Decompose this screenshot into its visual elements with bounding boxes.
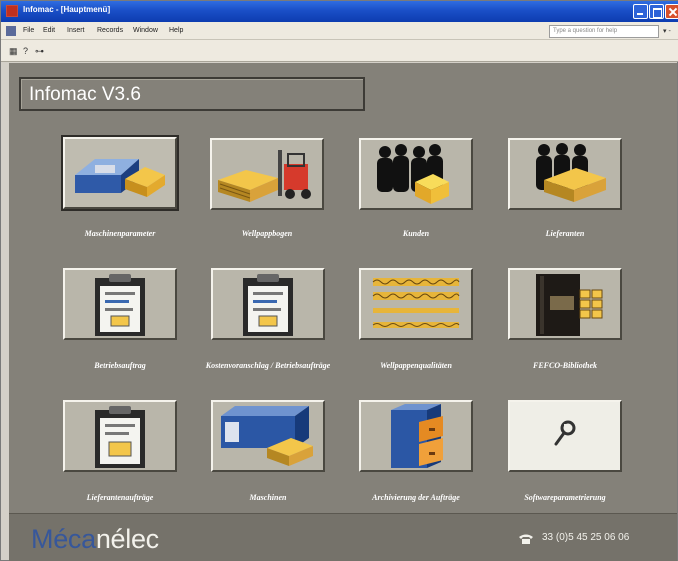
- tile-label-kunden: Kunden: [402, 229, 430, 238]
- menu-help[interactable]: Help: [169, 27, 183, 34]
- tile-label-maschinen: Maschinen: [249, 493, 287, 502]
- application-window: Infomac - [Hauptmenü] File Edit Insert R…: [0, 0, 678, 561]
- corrugated-icon: [372, 278, 460, 328]
- tile-label-wellpappbogen: Wellpappbogen: [241, 229, 293, 238]
- machine-icon: [221, 406, 313, 466]
- forklift-icon: [218, 150, 311, 202]
- menu-records[interactable]: Records: [97, 27, 123, 34]
- tile-label-fefco-bibliothek: FEFCO-Bibliothek: [532, 361, 597, 370]
- menu-edit[interactable]: Edit: [43, 27, 55, 34]
- cabinet-icon: [391, 404, 443, 468]
- footer-band: Mécanélec 33 (0)5 45 25 06 06: [9, 513, 677, 561]
- design-icon[interactable]: ▦: [9, 46, 18, 57]
- tile-softwareparametrierung[interactable]: [508, 400, 622, 472]
- tile-fefco-bibliothek[interactable]: [508, 268, 622, 340]
- tile-maschinen[interactable]: [211, 400, 325, 472]
- tile-lieferantenauftraege[interactable]: [63, 400, 177, 472]
- tile-label-softwareparametrierung: Softwareparametrierung: [524, 493, 606, 502]
- window-title: Infomac - [Hauptmenü]: [23, 5, 111, 14]
- close-button[interactable]: [665, 4, 678, 19]
- key-icon[interactable]: ⊶: [35, 46, 44, 57]
- tile-label-lieferantenauftraege: Lieferantenaufträge: [86, 493, 154, 502]
- tile-label-maschinenparameter: Maschinenparameter: [84, 229, 156, 238]
- tile-archivierung[interactable]: [359, 400, 473, 472]
- clipboard-icon: [95, 274, 145, 336]
- machine-icon: [75, 159, 165, 197]
- tile-label-betriebsauftrag: Betriebsauftrag: [94, 361, 146, 370]
- title-bar[interactable]: Infomac - [Hauptmenü]: [1, 1, 678, 22]
- menu-bar: File Edit Insert Records Window Help Typ…: [1, 22, 678, 40]
- tile-maschinenparameter[interactable]: [63, 137, 177, 209]
- app-icon[interactable]: [6, 5, 18, 17]
- logo-part1: Méca: [31, 524, 96, 554]
- tile-lieferanten[interactable]: [508, 138, 622, 210]
- main-menu-panel: Infomac V3.6 Maschinenparameter Wellpapp…: [9, 63, 677, 513]
- maximize-button[interactable]: [649, 4, 664, 19]
- document-icon[interactable]: [6, 26, 16, 36]
- help-search-input[interactable]: Type a question for help: [549, 25, 659, 38]
- tile-wellpappbogen[interactable]: [210, 138, 324, 210]
- tile-kunden[interactable]: [359, 138, 473, 210]
- menu-dropdown-icon[interactable]: ▾ -: [663, 27, 671, 35]
- logo-part2: nélec: [95, 524, 159, 554]
- phone-icon: [519, 534, 533, 544]
- tile-label-lieferanten: Lieferanten: [545, 229, 585, 238]
- tile-kostenvoranschlag[interactable]: [211, 268, 325, 340]
- wrench-icon: [554, 420, 576, 446]
- menu-insert[interactable]: Insert: [67, 27, 85, 34]
- clipboard-icon: [243, 274, 293, 336]
- suppliers-icon: [536, 143, 606, 202]
- app-title: Infomac V3.6: [19, 77, 365, 111]
- tile-wellpappenqualitaeten[interactable]: [359, 268, 473, 340]
- phone-number: 33 (0)5 45 25 06 06: [542, 532, 630, 543]
- customers-icon: [377, 144, 449, 204]
- menu-window[interactable]: Window: [133, 27, 158, 34]
- book-icon: [536, 274, 603, 336]
- tile-label-archivierung: Archivierung der Aufträge: [372, 493, 460, 502]
- tile-label-kostenvoranschlag: Kostenvoranschlag / Betriebsaufträge: [205, 361, 331, 370]
- tile-label-wellpappenqualitaeten: Wellpappenqualitäten: [380, 361, 452, 370]
- help-icon[interactable]: ?: [23, 46, 28, 56]
- company-logo: Mécanélec: [31, 524, 159, 555]
- clipboard-icon: [95, 406, 145, 468]
- tile-betriebsauftrag[interactable]: [63, 268, 177, 340]
- menu-file[interactable]: File: [23, 27, 34, 34]
- minimize-button[interactable]: [633, 4, 648, 19]
- toolbar: ▦ ? ⊶: [1, 40, 678, 62]
